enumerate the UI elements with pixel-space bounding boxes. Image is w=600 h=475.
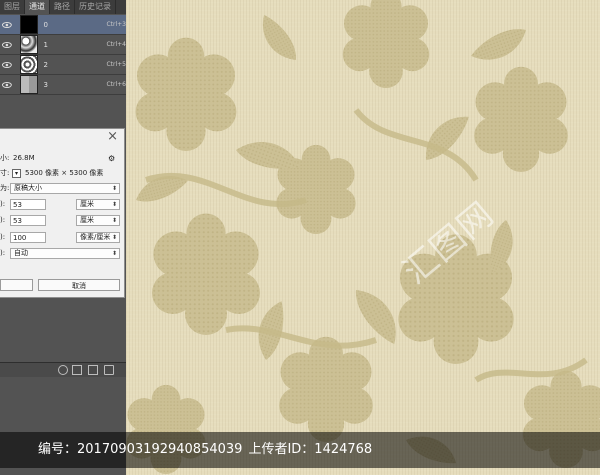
resample-value: 自动: [14, 248, 28, 257]
number-value: 20170903192940854039: [77, 442, 243, 457]
save-selection-icon[interactable]: [72, 365, 82, 375]
channel-thumbnail: [19, 35, 39, 54]
chevron-down-icon: ⬍: [111, 216, 117, 224]
tab-paths[interactable]: 路径: [50, 0, 75, 14]
resolution-input[interactable]: 100: [10, 231, 46, 243]
eye-icon[interactable]: [2, 80, 12, 90]
tab-layers[interactable]: 图层: [0, 0, 25, 14]
cancel-button[interactable]: 取消: [38, 279, 120, 291]
channel-name: 0: [43, 20, 48, 29]
info-bar: 编号：20170903192940854039 上传者ID：1424768: [0, 432, 600, 468]
eye-icon[interactable]: [2, 60, 12, 70]
new-channel-icon[interactable]: [88, 365, 98, 375]
trash-icon[interactable]: [104, 365, 114, 375]
width-row: ): 53 厘米 ⬍: [0, 198, 120, 210]
resample-select[interactable]: 自动 ⬍: [10, 247, 120, 259]
dimensions-toggle[interactable]: ▾: [12, 168, 21, 178]
dimensions-row: 寸: ▾ 5300 像素 × 5300 像素: [0, 167, 103, 179]
load-selection-icon[interactable]: [58, 365, 68, 375]
channel-row-0[interactable]: 0 Ctrl+3: [0, 15, 126, 35]
channel-name: 2: [43, 60, 48, 69]
height-row: ): 53 厘米 ⬍: [0, 214, 120, 226]
channel-row-1[interactable]: 1 Ctrl+4: [0, 35, 126, 55]
panel-bottom-toolbar: [0, 362, 126, 377]
tab-history[interactable]: 历史记录: [75, 0, 116, 14]
width-unit-select[interactable]: 厘米 ⬍: [76, 198, 120, 210]
channel-shortcut: Ctrl+5: [106, 61, 126, 68]
eye-icon[interactable]: [2, 20, 12, 30]
uploader-value: 1424768: [314, 442, 373, 457]
size-value: 26.8M: [13, 154, 35, 162]
tab-channels[interactable]: 通道: [25, 0, 50, 14]
height-unit-select[interactable]: 厘米 ⬍: [76, 214, 120, 226]
channel-thumbnail: [19, 55, 39, 74]
height-input[interactable]: 53: [10, 214, 46, 226]
height-label: ):: [0, 216, 6, 224]
panel-tabs: 图层 通道 路径 历史记录: [0, 0, 126, 14]
number-label: 编号：: [38, 442, 78, 457]
dimensions-value: 5300 像素 × 5300 像素: [25, 169, 104, 177]
fit-label: 为:: [0, 184, 10, 192]
resolution-label: ):: [0, 233, 6, 241]
channel-shortcut: Ctrl+3: [106, 21, 126, 28]
fit-select-value: 原稿大小: [14, 183, 42, 192]
image-size-dialog: × 小: 26.8M ⚙ 寸: ▾ 5300 像素 × 5300 像素 为: 原…: [0, 128, 125, 298]
channel-name: 3: [43, 80, 48, 89]
chevron-down-icon: ⬍: [111, 200, 117, 208]
resample-row: ): 自动 ⬍: [0, 247, 120, 259]
resolution-unit-value: 像素/厘米: [80, 232, 111, 241]
fit-select[interactable]: 原稿大小 ⬍: [10, 182, 120, 194]
channel-row-3[interactable]: 3 Ctrl+6: [0, 75, 126, 95]
uploader-label: 上传者ID：: [248, 442, 315, 457]
ok-button[interactable]: [0, 279, 33, 291]
document-canvas[interactable]: 汇图网: [126, 0, 600, 475]
width-input[interactable]: 53: [10, 198, 46, 210]
resolution-unit-select[interactable]: 像素/厘米 ⬍: [76, 231, 120, 243]
channel-thumbnail: [19, 75, 39, 94]
channel-shortcut: Ctrl+4: [106, 41, 126, 48]
channel-thumbnail: [19, 15, 39, 34]
channel-row-2[interactable]: 2 Ctrl+5: [0, 55, 126, 75]
fit-row: 为: 原稿大小 ⬍: [0, 182, 120, 194]
chevron-down-icon: ⬍: [111, 233, 117, 241]
damask-pattern: [126, 0, 600, 474]
size-row: 小: 26.8M ⚙: [0, 152, 115, 164]
resample-label: ):: [0, 249, 6, 257]
chevron-down-icon: ⬍: [111, 249, 117, 257]
close-icon[interactable]: ×: [107, 129, 118, 144]
channel-name: 1: [43, 40, 48, 49]
gear-icon[interactable]: ⚙: [108, 154, 115, 163]
width-label: ):: [0, 200, 6, 208]
channel-shortcut: Ctrl+6: [106, 81, 126, 88]
resolution-row: ): 100 像素/厘米 ⬍: [0, 231, 120, 243]
eye-icon[interactable]: [2, 40, 12, 50]
dimensions-label: 寸:: [0, 169, 10, 177]
size-label: 小:: [0, 154, 10, 162]
height-unit-value: 厘米: [80, 215, 94, 224]
width-unit-value: 厘米: [80, 199, 94, 208]
chevron-down-icon: ⬍: [111, 184, 117, 192]
